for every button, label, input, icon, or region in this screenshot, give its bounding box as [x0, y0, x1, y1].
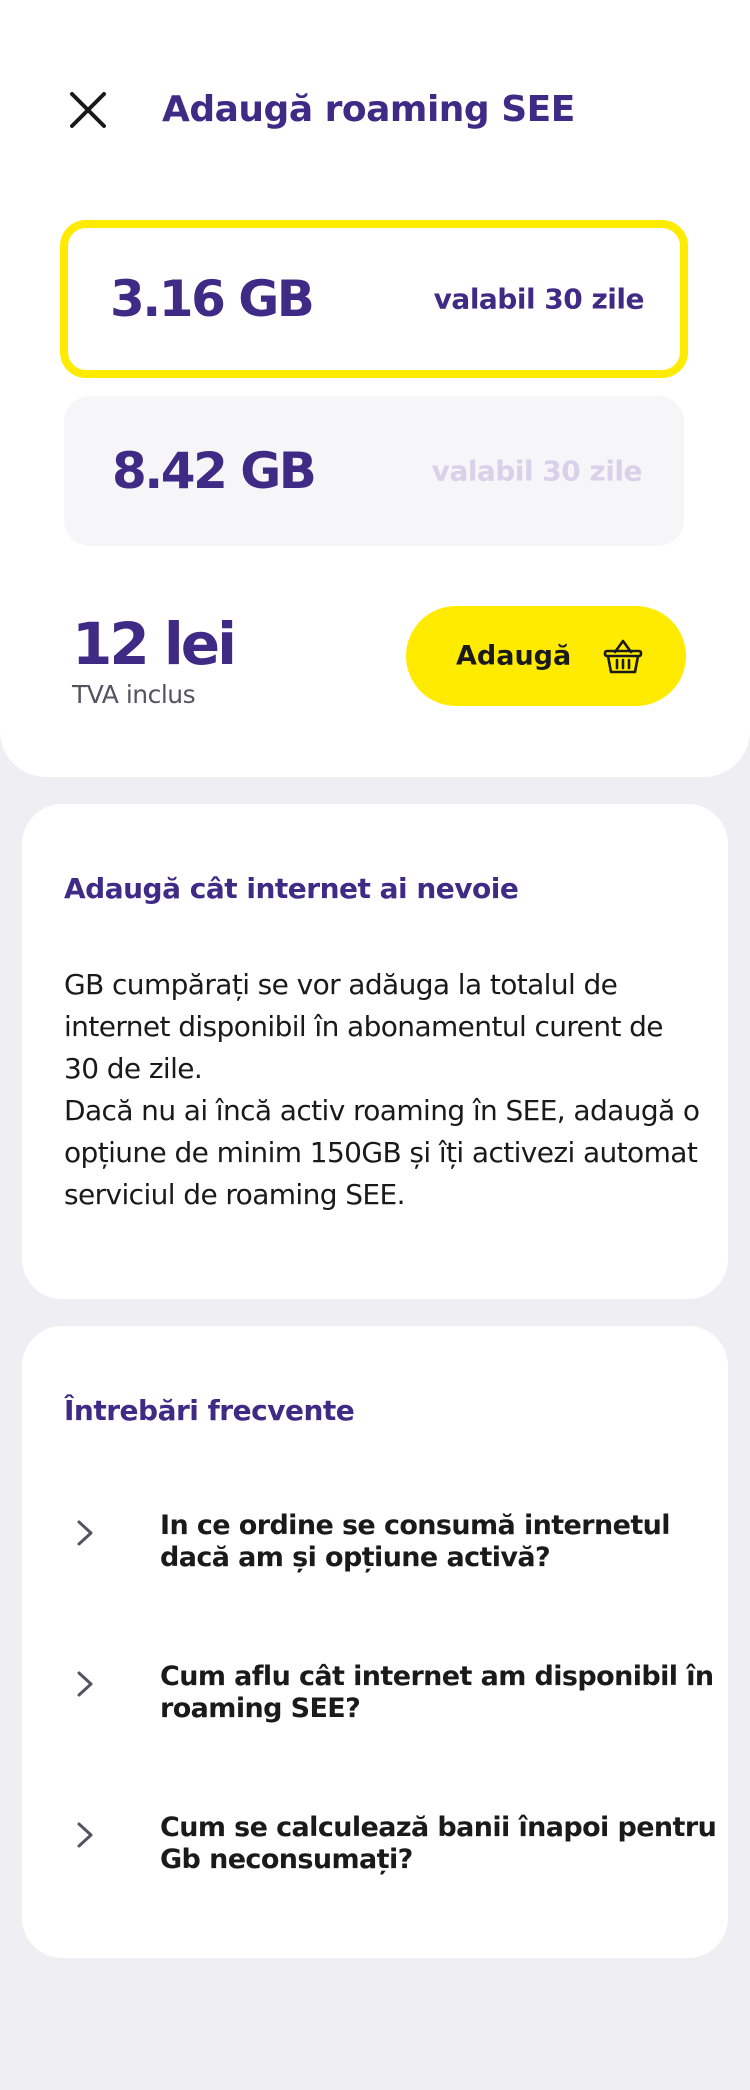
info-paragraph-1: GB cumpărați se vor adăuga la totalul de… [64, 968, 664, 1085]
faq-question: Cum se calculează banii înapoi pentru Gb… [160, 1812, 717, 1875]
close-icon [70, 92, 106, 128]
top-card: Adaugă roaming SEE 3.16 GB valabil 30 zi… [0, 0, 750, 777]
faq-item[interactable]: In ce ordine se consumă internetul dacă … [64, 1510, 704, 1610]
add-button[interactable]: Adaugă [406, 606, 686, 706]
info-title: Adaugă cât internet ai nevoie [64, 872, 519, 905]
info-paragraph-2: Dacă nu ai încă activ roaming în SEE, ad… [64, 1094, 700, 1211]
faq-question: In ce ordine se consumă internetul dacă … [160, 1510, 671, 1573]
price: 12 lei [72, 610, 237, 678]
faq-question: Cum aflu cât internet am disponibil în r… [160, 1661, 714, 1724]
faq-item[interactable]: Cum aflu cât internet am disponibil în r… [64, 1661, 714, 1761]
header: Adaugă roaming SEE [0, 0, 750, 220]
chevron-right-icon [77, 1822, 93, 1848]
faq-card: Întrebări frecvente In ce ordine se cons… [22, 1326, 728, 1958]
option-validity: valabil 30 zile [433, 282, 645, 316]
option-validity: valabil 30 zile [431, 454, 643, 488]
option-size: 8.42 GB [112, 442, 317, 500]
option-8-42-gb[interactable]: 8.42 GB valabil 30 zile [64, 396, 684, 546]
page-title: Adaugă roaming SEE [162, 89, 575, 130]
add-button-label: Adaugă [456, 640, 572, 672]
info-card: Adaugă cât internet ai nevoie GB cumpăra… [22, 804, 728, 1299]
option-3-16-gb[interactable]: 3.16 GB valabil 30 zile [60, 220, 688, 378]
option-size: 3.16 GB [110, 270, 315, 328]
faq-title: Întrebări frecvente [64, 1394, 355, 1427]
chevron-right-icon [77, 1520, 93, 1546]
close-button[interactable] [64, 86, 112, 134]
faq-item[interactable]: Cum se calculează banii înapoi pentru Gb… [64, 1812, 717, 1912]
chevron-right-icon [77, 1671, 93, 1697]
basket-icon [603, 639, 643, 674]
vat-label: TVA inclus [72, 680, 196, 709]
